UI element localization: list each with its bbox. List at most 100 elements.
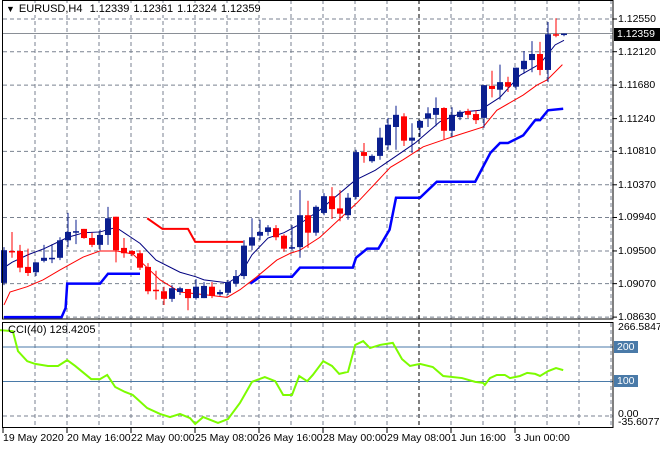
bull-candle bbox=[297, 190, 303, 258]
bear-candle bbox=[81, 228, 87, 239]
bear-candle bbox=[401, 113, 407, 147]
bear-candle bbox=[25, 248, 31, 277]
time-axis-label: 28 May 00:00 bbox=[323, 432, 387, 444]
candle-body bbox=[449, 114, 455, 131]
bull-candle bbox=[425, 107, 431, 127]
candle-body bbox=[361, 152, 367, 156]
candle-body bbox=[489, 85, 495, 89]
cci-line bbox=[0, 329, 564, 426]
chart-canvas[interactable] bbox=[0, 0, 660, 450]
bull-candle bbox=[289, 225, 295, 251]
bear-candle bbox=[161, 286, 167, 305]
price-axis-label: 1.09070 bbox=[618, 278, 656, 290]
bull-candle bbox=[393, 105, 399, 150]
bear-candle bbox=[465, 108, 471, 118]
candle-body bbox=[401, 116, 407, 141]
high-value: 1.12361 bbox=[133, 3, 174, 15]
bull-candle bbox=[513, 67, 519, 90]
candle-body bbox=[321, 196, 327, 213]
bull-candle bbox=[369, 154, 375, 163]
candle-body bbox=[521, 60, 527, 70]
time-axis-label: 26 May 16:00 bbox=[259, 432, 323, 444]
candle-body bbox=[289, 247, 295, 249]
candle-body bbox=[425, 113, 431, 119]
bull-candle bbox=[249, 218, 255, 251]
candle-body bbox=[561, 33, 567, 36]
bear-candle bbox=[145, 263, 151, 295]
bull-candle bbox=[457, 110, 463, 121]
candle-body bbox=[441, 107, 447, 131]
bull-candle bbox=[65, 212, 71, 248]
bull-candle bbox=[201, 282, 207, 299]
bull-candle bbox=[33, 262, 39, 277]
time-axis-label: 19 May 2020 bbox=[3, 432, 64, 444]
bear-candle bbox=[113, 216, 119, 263]
bull-candle bbox=[257, 219, 263, 241]
candle-body bbox=[153, 289, 159, 292]
bull-candle bbox=[321, 193, 327, 216]
triangle-down-icon[interactable]: ▼ bbox=[6, 4, 15, 14]
bull-candle bbox=[169, 285, 175, 302]
candle-body bbox=[33, 262, 39, 273]
candle-body bbox=[121, 247, 127, 254]
bear-candle bbox=[273, 225, 279, 241]
candle-body bbox=[473, 114, 479, 121]
candle-body bbox=[17, 250, 23, 268]
bull-candle bbox=[73, 219, 79, 245]
bear-candle bbox=[17, 244, 23, 273]
open-value: 1.12339 bbox=[89, 3, 130, 15]
candle-body bbox=[337, 208, 343, 214]
bull-candle bbox=[345, 193, 351, 220]
candle-body bbox=[233, 276, 239, 284]
cci-panel bbox=[0, 329, 613, 426]
candle-body bbox=[497, 82, 503, 90]
candle-body bbox=[209, 286, 215, 296]
lower-band-line bbox=[4, 272, 140, 319]
bear-candle bbox=[473, 110, 479, 124]
bear-candle bbox=[137, 250, 143, 270]
candle-body bbox=[305, 215, 311, 233]
bear-candle bbox=[9, 231, 15, 258]
candle-body bbox=[1, 250, 7, 283]
candle-body bbox=[273, 228, 279, 238]
bear-candle bbox=[441, 107, 447, 140]
main-panel-frame bbox=[2, 0, 614, 320]
candle-body bbox=[553, 34, 559, 36]
bear-candle bbox=[185, 288, 191, 311]
bear-candle bbox=[329, 187, 335, 220]
price-axis-label: 1.10810 bbox=[618, 145, 656, 157]
price-axis-label: 1.11240 bbox=[618, 113, 656, 125]
bear-candle bbox=[281, 234, 287, 252]
candle-body bbox=[225, 282, 231, 293]
candle-body bbox=[193, 286, 199, 299]
candle-body bbox=[265, 227, 271, 232]
candle-body bbox=[89, 238, 95, 245]
candle-body bbox=[217, 292, 223, 295]
candle-body bbox=[81, 228, 87, 239]
bear-candle bbox=[553, 18, 559, 38]
indicator-overlays bbox=[3, 39, 565, 319]
price-axis-label: 1.10370 bbox=[618, 179, 656, 191]
bull-candle bbox=[433, 97, 439, 127]
price-axis-label: 1.09940 bbox=[618, 211, 656, 223]
candle-body bbox=[281, 235, 287, 249]
bull-candle bbox=[377, 127, 383, 160]
bull-candle bbox=[241, 240, 247, 280]
bear-candle bbox=[121, 238, 127, 258]
candle-body bbox=[169, 288, 175, 299]
candles bbox=[1, 18, 567, 311]
candle-body bbox=[249, 237, 255, 246]
bull-candle bbox=[521, 50, 527, 74]
bull-candle bbox=[481, 85, 487, 128]
bull-candle bbox=[545, 22, 551, 83]
cci-axis-min: -35.6077 bbox=[618, 416, 660, 428]
candle-body bbox=[57, 240, 63, 258]
candle-body bbox=[353, 152, 359, 197]
bull-candle bbox=[409, 123, 415, 153]
candle-body bbox=[297, 215, 303, 248]
candle-body bbox=[41, 257, 47, 261]
bull-candle bbox=[417, 120, 423, 137]
candle-body bbox=[545, 34, 551, 70]
candle-body bbox=[161, 291, 167, 299]
bear-candle bbox=[361, 142, 367, 163]
